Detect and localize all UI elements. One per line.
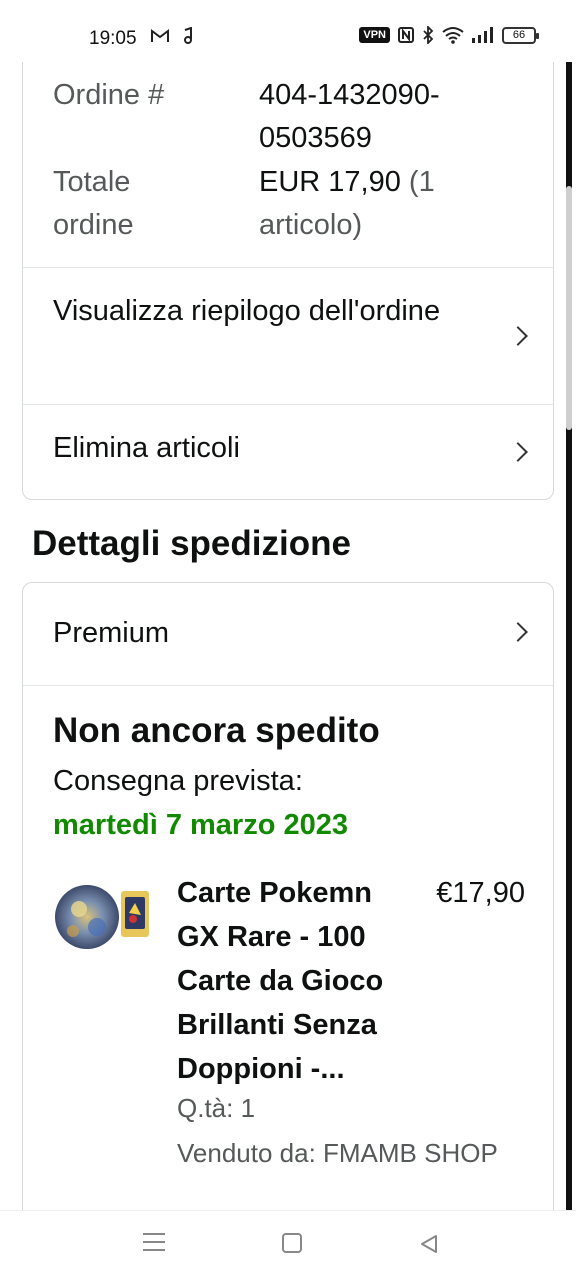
chevron-right-icon (508, 622, 528, 642)
delete-items-row[interactable]: Elimina articoli (23, 405, 553, 499)
music-note-icon (184, 27, 192, 44)
notification-icons (150, 27, 194, 45)
gmail-icon (151, 29, 169, 42)
shipment-status: Non ancora spedito (53, 711, 380, 750)
vpn-badge: VPN (359, 27, 390, 43)
nfc-icon (398, 27, 414, 43)
delete-items-label: Elimina articoli (53, 432, 240, 464)
shipping-details-card: Premium Non ancora spedito Consegna prev… (22, 582, 554, 1262)
view-order-summary-row[interactable]: Visualizza riepilogo dell'ordine (23, 268, 553, 404)
product-image[interactable] (53, 869, 153, 959)
menu-icon[interactable] (143, 1233, 165, 1255)
status-time: 19:05 (89, 28, 137, 49)
home-icon[interactable] (282, 1233, 302, 1253)
system-icons: VPN 66 (359, 26, 539, 44)
order-summary-card: Ordine # 404-1432090-0503569 Totale ordi… (22, 40, 554, 500)
delivery-estimate-label: Consegna prevista: (53, 765, 303, 797)
back-icon[interactable] (418, 1233, 440, 1255)
order-total-value: EUR 17,90 (1 articolo) (259, 161, 529, 247)
status-bar: 19:05 VPN 66 (0, 0, 576, 62)
order-number-value: 404-1432090-0503569 (259, 79, 440, 154)
shipping-type-label: Premium (53, 617, 170, 649)
chevron-right-icon (508, 326, 528, 346)
order-total-label: Totale ordine (53, 166, 134, 241)
product-quantity: Q.tà: 1 (177, 1093, 256, 1123)
view-order-summary-label: Visualizza riepilogo dell'ordine (53, 295, 441, 327)
divider (23, 685, 553, 686)
shipping-details-title: Dettagli spedizione (32, 524, 351, 563)
order-number-label: Ordine # (53, 79, 165, 111)
product-price: €17,90 (436, 877, 525, 909)
system-navigation-bar (0, 1210, 576, 1280)
scrollbar-thumb[interactable] (566, 186, 572, 430)
product-seller: Venduto da: FMAMB SHOP (177, 1138, 498, 1168)
pokemon-cards-image (55, 885, 149, 949)
signal-icon (472, 27, 493, 43)
order-details-page: 19:05 VPN 66 Ordine # 404-1432090-050356… (0, 0, 576, 1280)
bluetooth-icon (423, 26, 434, 44)
battery-indicator: 66 (502, 26, 539, 44)
shipping-type-row[interactable]: Premium (23, 583, 553, 685)
chevron-right-icon (508, 442, 528, 462)
delivery-date: martedì 7 marzo 2023 (53, 809, 348, 841)
wifi-icon (442, 27, 464, 44)
order-total-amount: EUR 17,90 (259, 166, 401, 198)
product-title[interactable]: Carte Pokemn GX Rare - 100 Carte da Gioc… (177, 871, 407, 1091)
